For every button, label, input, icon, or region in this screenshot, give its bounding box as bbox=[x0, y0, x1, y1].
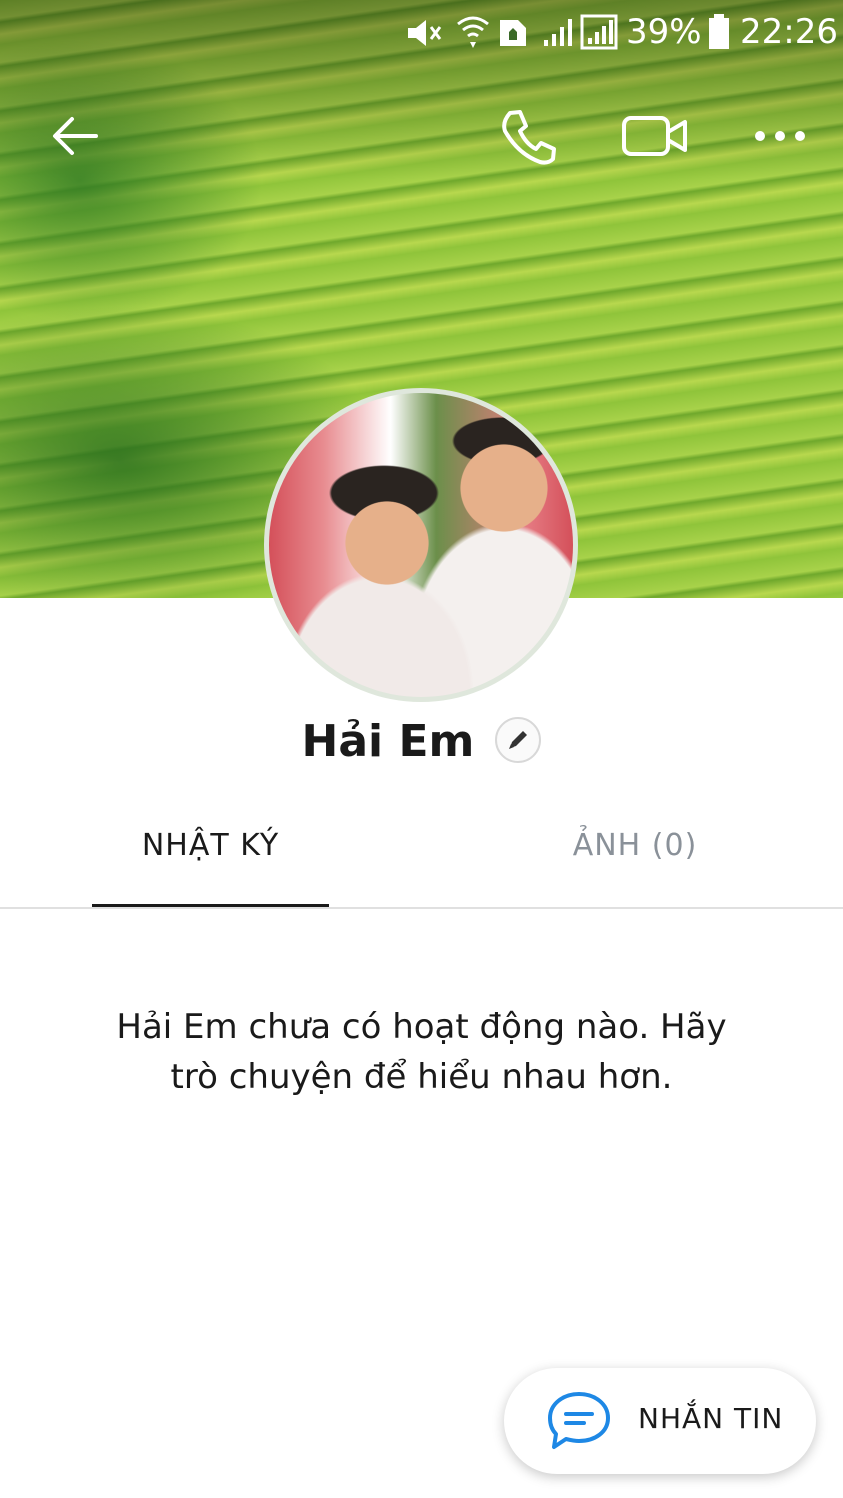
phone-icon[interactable] bbox=[496, 104, 560, 168]
tab-diary[interactable]: NHẬT KÝ bbox=[92, 828, 329, 863]
battery-percent: 39% bbox=[626, 12, 702, 52]
tab-photos[interactable]: ẢNH (0) bbox=[540, 828, 730, 863]
send-message-label: NHẮN TIN bbox=[638, 1402, 784, 1435]
wifi-icon bbox=[457, 16, 489, 48]
back-arrow-icon[interactable] bbox=[44, 104, 108, 168]
video-call-icon[interactable] bbox=[620, 104, 690, 168]
avatar-photo bbox=[269, 393, 573, 697]
clock: 22:26 bbox=[740, 12, 838, 52]
more-icon[interactable] bbox=[748, 104, 812, 168]
avatar[interactable] bbox=[264, 388, 578, 702]
signal-icon bbox=[544, 19, 572, 46]
mute-icon bbox=[408, 20, 442, 46]
empty-state-message: Hải Em chưa có hoạt động nào. Hãy trò ch… bbox=[116, 1007, 727, 1097]
edit-name-button[interactable] bbox=[495, 716, 542, 763]
status-bar: 39% 22:26 bbox=[0, 0, 843, 64]
send-message-button[interactable]: NHẮN TIN bbox=[504, 1368, 816, 1474]
battery-icon bbox=[709, 14, 729, 49]
signal-icon bbox=[580, 14, 618, 50]
notification-icon bbox=[500, 20, 526, 46]
tabs-divider bbox=[0, 907, 843, 909]
profile-name: Hải Em bbox=[301, 716, 475, 767]
profile-name-row: Hải Em bbox=[0, 716, 843, 767]
pencil-icon bbox=[509, 730, 528, 749]
chat-bubble-icon bbox=[548, 1392, 610, 1449]
profile-tabs: NHẬT KÝ ẢNH (0) bbox=[0, 800, 843, 908]
